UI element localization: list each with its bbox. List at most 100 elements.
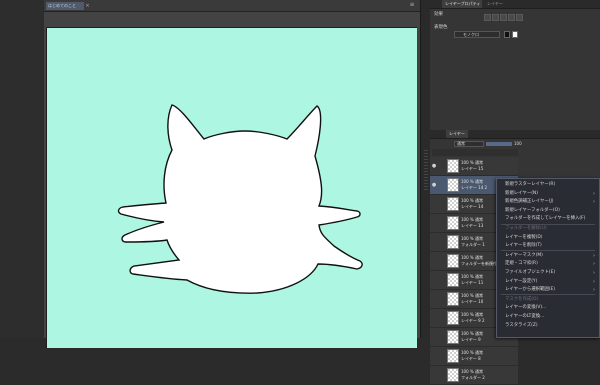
submenu-arrow-icon: › [593, 252, 595, 259]
menu-item[interactable]: 新規レイヤーフォルダー(O) [505, 208, 560, 214]
eye-icon[interactable] [431, 258, 437, 264]
drawing-canvas[interactable] [46, 27, 417, 348]
menu-separator [501, 294, 595, 296]
layer-opacity-mode: 100 % 通常 [461, 179, 483, 184]
layer-name: フォルダー 1 [461, 242, 485, 247]
tab-layer-search[interactable]: レイヤー [484, 0, 514, 8]
layer-name: レイヤー 14 [461, 204, 484, 209]
menu-item[interactable]: レイヤーの変換(V)... [505, 305, 546, 311]
tab-layer-property[interactable]: レイヤープロパティ [442, 0, 482, 8]
layer-name: レイヤー 13 [461, 223, 484, 228]
eye-icon[interactable] [431, 239, 437, 245]
layer-opacity-mode: 100 % 通常 [461, 350, 483, 355]
layer-name: レイヤー 15 [461, 166, 484, 171]
layer-name: レイヤー 14 2 [461, 185, 488, 190]
effect-icon-1[interactable] [484, 14, 491, 21]
expression-color-label: 表現色 [434, 25, 448, 30]
submenu-arrow-icon: › [593, 199, 595, 206]
effect-icon-2[interactable] [492, 14, 499, 21]
layer-opacity-mode: 100 % 通常 [461, 312, 483, 317]
eye-icon[interactable] [431, 296, 437, 302]
document-tab[interactable]: はじめてのこと [46, 2, 84, 10]
submenu-arrow-icon: › [593, 270, 595, 276]
menu-item: フォルダーを解除(U) [505, 226, 547, 231]
eye-icon[interactable] [431, 353, 437, 359]
splitter-grip[interactable] [424, 150, 428, 190]
menu-item[interactable]: レイヤーのLT変換... [505, 314, 544, 320]
submenu-arrow-icon: › [593, 261, 595, 268]
layer-thumbnail [447, 197, 459, 211]
layer-thumbnail [447, 292, 459, 306]
menu-separator [501, 223, 595, 225]
left-toolbar [0, 0, 44, 338]
effect-icon-5[interactable] [516, 14, 523, 21]
opacity-value: 100 [514, 141, 522, 146]
menu-item[interactable]: ファイルオブジェクト(E) [505, 270, 555, 276]
layer-row[interactable]: ● 100 % 通常 レイヤー 15 [430, 157, 518, 176]
layer-row[interactable]: 100 % 通常 レイヤー 8 [430, 347, 518, 366]
menu-item[interactable]: レイヤーを削除(T) [505, 243, 542, 249]
menu-item[interactable]: レイヤーから選択範囲(E) [505, 287, 555, 293]
layer-name: レイヤー 11 [461, 280, 484, 285]
menu-item[interactable]: 定規・コマ枠(R) [505, 261, 538, 267]
menu-icon[interactable]: ≡ [408, 1, 416, 9]
layer-opacity-mode: 100 % 通常 [461, 236, 483, 241]
property-panel-tabbar: レイヤープロパティ レイヤー [430, 0, 600, 9]
eye-icon[interactable] [431, 372, 437, 378]
effect-title: 効果 [434, 12, 443, 17]
layer-name: レイヤー 9 2 [461, 318, 485, 323]
menu-item[interactable]: 新規ラスターレイヤー(R) [505, 182, 555, 188]
menu-item[interactable]: 新規色調補正レイヤー(J) [505, 199, 554, 205]
blend-mode-select[interactable]: 通常 [454, 141, 484, 147]
cat-head-shape [117, 104, 363, 294]
eye-icon[interactable] [431, 277, 437, 283]
cat-silhouette [117, 104, 363, 294]
layer-context-menu: 新規ラスターレイヤー(R) 新規レイヤー(N) › 新規色調補正レイヤー(J) › 新規レ… [496, 178, 600, 338]
layer-thumbnail [447, 330, 459, 344]
menu-item[interactable]: フォルダーを作成してレイヤーを挿入(F) [505, 216, 585, 222]
menu-item: マスクを作成(O) [505, 296, 539, 302]
menu-item[interactable]: レイヤー設定(Y) [505, 279, 537, 285]
opacity-slider[interactable] [486, 142, 512, 146]
tab-layer[interactable]: レイヤー [446, 130, 468, 138]
effect-icon-3[interactable] [500, 14, 507, 21]
expression-color-select[interactable]: モノクロ [454, 31, 500, 38]
submenu-arrow-icon: › [593, 190, 595, 197]
layer-thumbnail [447, 235, 459, 249]
layer-thumbnail [447, 368, 459, 382]
layer-thumbnail [447, 311, 459, 325]
eye-icon[interactable] [431, 334, 437, 340]
submenu-arrow-icon: › [593, 287, 595, 294]
layer-opacity-mode: 100 % 通常 [461, 369, 483, 374]
eye-icon[interactable]: ● [431, 163, 437, 169]
eye-icon[interactable] [431, 220, 437, 226]
eye-icon[interactable] [431, 315, 437, 321]
layer-row[interactable]: 100 % 通常 フォルダー 2 [430, 366, 518, 385]
layer-name: フォルダー 2 [461, 375, 485, 380]
layer-opacity-mode: 100 % 通常 [461, 255, 483, 260]
layer-thumbnail [447, 349, 459, 363]
effect-icon-4[interactable] [508, 14, 515, 21]
menu-item[interactable]: 新規レイヤー(N) [505, 191, 538, 197]
submenu-arrow-icon: › [593, 278, 595, 285]
menu-item[interactable]: レイヤーマスク(M) [505, 253, 543, 259]
layer-opacity-mode: 100 % 通常 [461, 217, 483, 222]
eye-icon[interactable]: ● [431, 182, 437, 188]
layer-name: レイヤー 10 [461, 299, 484, 304]
document-tab-bar: はじめてのこと × ≡ [44, 0, 420, 12]
eye-icon[interactable] [431, 201, 437, 207]
layer-opacity-mode: 100 % 通常 [461, 160, 483, 165]
layer-thumbnail [447, 216, 459, 230]
layer-toolbar [432, 149, 518, 156]
menu-item[interactable]: レイヤーを複製(D) [505, 235, 542, 241]
layer-name: フォルダーを新規作成 [461, 261, 501, 266]
menu-item[interactable]: ラスタライズ(Z) [505, 323, 538, 329]
close-icon[interactable]: × [84, 2, 91, 10]
color-swatch-white[interactable] [512, 31, 518, 38]
color-swatch-black[interactable] [504, 31, 510, 38]
canvas-workspace [44, 12, 420, 348]
layer-thumbnail [447, 159, 459, 173]
layer-panel-tabbar: レイヤー [430, 130, 600, 139]
layer-thumbnail [447, 254, 459, 268]
layer-name: レイヤー 8 [461, 356, 481, 361]
